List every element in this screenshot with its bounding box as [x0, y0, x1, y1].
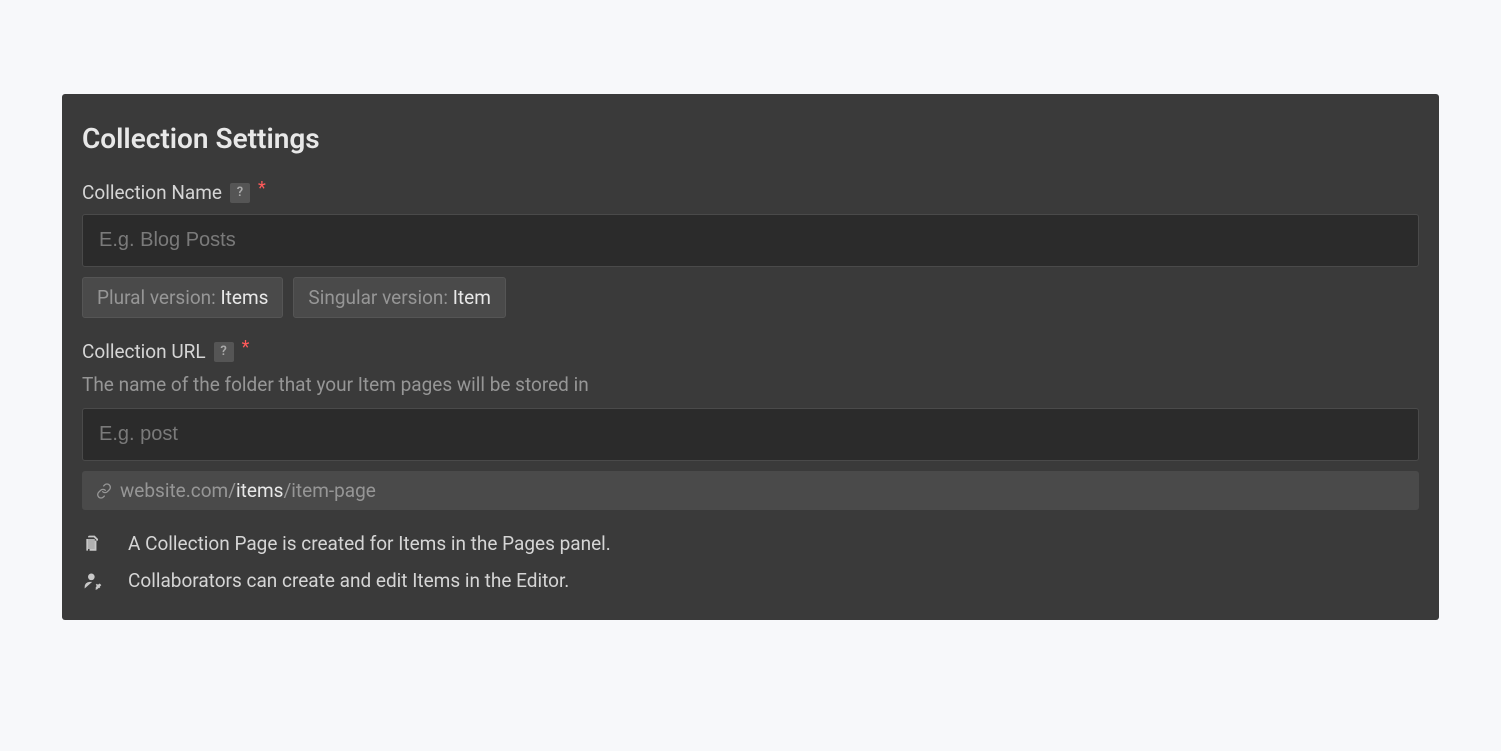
info-collab-text: Collaborators can create and edit Items …	[128, 569, 569, 592]
plural-version-chip[interactable]: Plural version: Items	[82, 277, 283, 318]
info-list: A Collection Page is created for Items i…	[82, 532, 1419, 592]
singular-version-chip[interactable]: Singular version: Item	[293, 277, 505, 318]
collection-url-label-row: Collection URL ? *	[82, 340, 1419, 363]
required-indicator: *	[258, 178, 266, 199]
collection-url-input[interactable]	[82, 408, 1419, 461]
plural-label: Plural version:	[97, 286, 220, 309]
plural-value: Items	[220, 286, 268, 309]
singular-label: Singular version:	[308, 286, 452, 309]
collection-name-label-row: Collection Name ? *	[82, 181, 1419, 204]
collection-settings-panel: Collection Settings Collection Name ? * …	[62, 94, 1439, 620]
help-icon[interactable]: ?	[214, 342, 234, 362]
required-indicator: *	[242, 337, 250, 358]
info-row-collaborators: Collaborators can create and edit Items …	[82, 569, 1419, 592]
collection-name-label: Collection Name	[82, 181, 222, 204]
url-preview-text: website.com/items/item-page	[120, 479, 376, 502]
help-icon[interactable]: ?	[230, 183, 250, 203]
page-icon	[82, 534, 104, 554]
collection-name-input[interactable]	[82, 214, 1419, 267]
link-icon	[96, 483, 112, 499]
url-slug: items	[236, 479, 283, 502]
url-suffix: /item-page	[283, 479, 375, 502]
panel-title: Collection Settings	[82, 122, 1419, 155]
url-prefix: website.com/	[120, 479, 236, 502]
url-preview: website.com/items/item-page	[82, 471, 1419, 510]
collection-name-field: Collection Name ? * Plural version: Item…	[82, 181, 1419, 318]
info-page-text: A Collection Page is created for Items i…	[128, 532, 611, 555]
singular-value: Item	[453, 286, 491, 309]
info-row-page: A Collection Page is created for Items i…	[82, 532, 1419, 555]
user-edit-icon	[82, 571, 104, 591]
collection-url-hint: The name of the folder that your Item pa…	[82, 373, 1419, 396]
collection-url-label: Collection URL	[82, 340, 206, 363]
collection-url-field: Collection URL ? * The name of the folde…	[82, 340, 1419, 510]
